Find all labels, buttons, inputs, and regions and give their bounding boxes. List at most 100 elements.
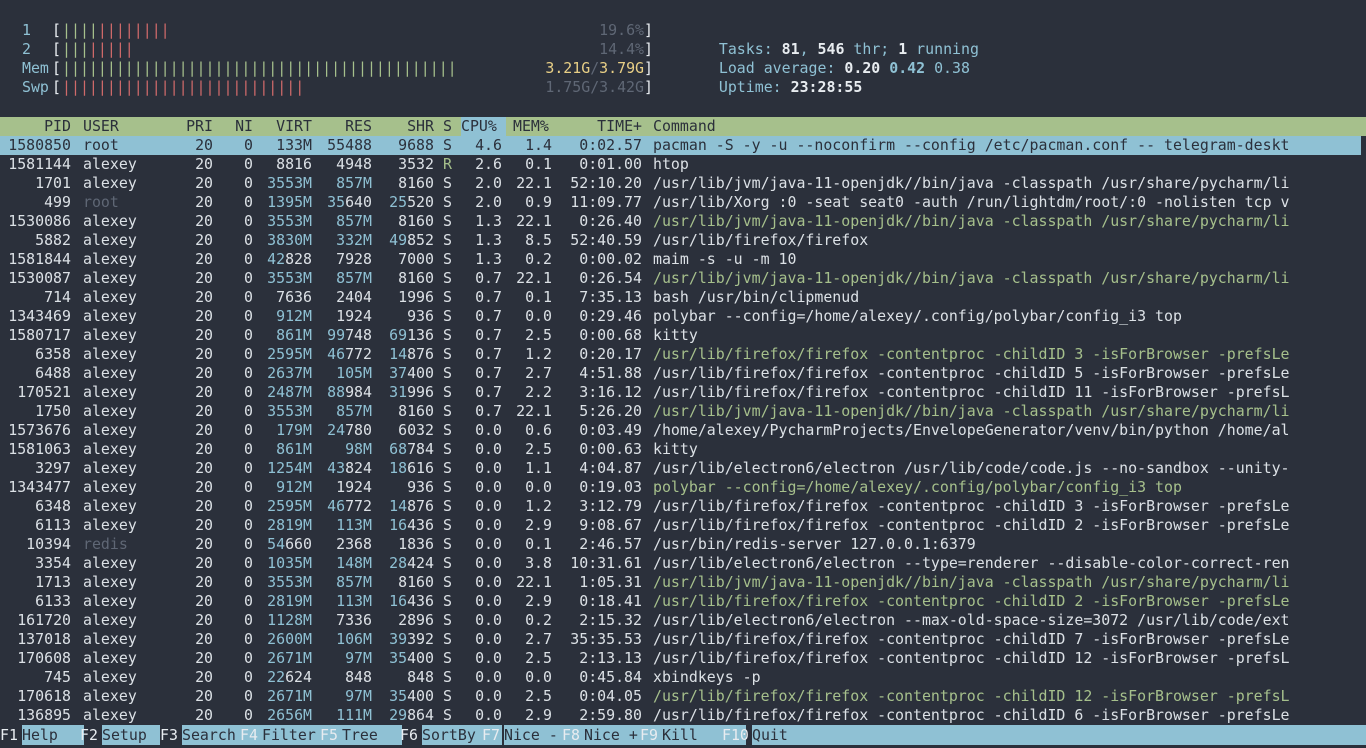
- cell-cpu: 0.0: [475, 440, 502, 458]
- cell-res: 148M: [336, 554, 372, 572]
- table-row[interactable]: 1343469 alexey 20 0 912M 1924 936 S 0.7 0.0 0:29.4…: [0, 307, 1366, 326]
- mem-usage-bar: ||||||||||||||||||||||||||||||||||||||||…: [62, 59, 457, 77]
- col-state[interactable]: S: [443, 117, 452, 136]
- cell-priority: 20: [195, 649, 213, 667]
- col-ni[interactable]: NI: [215, 117, 253, 136]
- fkey-f2-setup-button[interactable]: Setup: [102, 725, 160, 745]
- cell-user: alexey: [83, 440, 137, 458]
- table-row[interactable]: 161720 alexey 20 0 1128M 7336 2896 S 0.0 0.2 2:15.…: [0, 611, 1366, 630]
- cell-pid: 136895: [17, 706, 71, 724]
- cell-pid: 3354: [35, 554, 71, 572]
- fkey-f1-help-button[interactable]: Help: [22, 725, 84, 745]
- table-row[interactable]: 170618 alexey 20 0 2671M 97M 35400 S 0.0 2.5 0:04.…: [0, 687, 1366, 706]
- cpu2-usage-bar: ||||||||: [62, 40, 134, 58]
- table-row[interactable]: 6488 alexey 20 0 2637M 105M 37400 S 0.7 2.7 4:51.8…: [0, 364, 1366, 383]
- table-row[interactable]: 3354 alexey 20 0 1035M 148M 28424 S 0.0 3.8 10:31.…: [0, 554, 1366, 573]
- process-table-header: PID USER PRI NI VIRT RES SHR S CPU% MEM%…: [0, 117, 1366, 136]
- cell-nice: 0: [244, 288, 253, 306]
- cell-user: alexey: [83, 687, 137, 705]
- table-row[interactable]: 1713 alexey 20 0 3553M 857M 8160 S 0.0 22.1 1:05.3…: [0, 573, 1366, 592]
- table-row[interactable]: 5882 alexey 20 0 3830M 332M 49852 S 1.3 8.5 52:40.…: [0, 231, 1366, 250]
- cell-shr: 69136: [389, 326, 434, 344]
- col-pri[interactable]: PRI: [160, 117, 213, 136]
- table-row[interactable]: 499 root 20 0 1395M 35640 25520 S 2.0 0.9 11:09.77…: [0, 193, 1366, 212]
- cell-cpu: 0.0: [475, 535, 502, 553]
- col-res[interactable]: RES: [312, 117, 372, 136]
- table-row[interactable]: 6113 alexey 20 0 2819M 113M 16436 S 0.0 2.9 9:08.6…: [0, 516, 1366, 535]
- cell-state: S: [443, 269, 452, 287]
- col-user[interactable]: USER: [83, 117, 119, 136]
- cell-nice: 0: [244, 193, 253, 211]
- cell-pid: 170608: [17, 649, 71, 667]
- cell-mem: 22.1: [516, 269, 552, 287]
- table-row[interactable]: 1530087 alexey 20 0 3553M 857M 8160 S 0.7 22.1 0:2…: [0, 269, 1366, 288]
- cell-priority: 20: [195, 345, 213, 363]
- cell-time: 2:13.13: [579, 649, 642, 667]
- cell-res: 105M: [336, 364, 372, 382]
- table-row[interactable]: 1581063 alexey 20 0 861M 98M 68784 S 0.0 2.5 0:00.…: [0, 440, 1366, 459]
- cell-cpu: 1.3: [475, 250, 502, 268]
- cell-pid: 137018: [17, 630, 71, 648]
- table-row[interactable]: 714 alexey 20 0 7636 2404 1996 S 0.7 0.1 7:35.13 ba…: [0, 288, 1366, 307]
- cell-priority: 20: [195, 383, 213, 401]
- col-command[interactable]: Command: [653, 117, 716, 136]
- table-row[interactable]: 1530086 alexey 20 0 3553M 857M 8160 S 1.3 22.1 0:2…: [0, 212, 1366, 231]
- cell-res: 7928: [336, 250, 372, 268]
- table-row[interactable]: 6133 alexey 20 0 2819M 113M 16436 S 0.0 2.9 0:18.4…: [0, 592, 1366, 611]
- cell-shr: 1996: [398, 288, 434, 306]
- table-row[interactable]: 1343477 alexey 20 0 912M 1924 936 S 0.0 0.0 0:19.0…: [0, 478, 1366, 497]
- cell-pid: 745: [44, 668, 71, 686]
- cell-shr: 1836: [398, 535, 434, 553]
- table-row[interactable]: 1581844 alexey 20 0 42828 7928 7000 S 1.3 0.2 0:00…: [0, 250, 1366, 269]
- cell-nice: 0: [244, 421, 253, 439]
- cell-pid: 6488: [35, 364, 71, 382]
- cell-nice: 0: [244, 478, 253, 496]
- cell-virt: 2671M: [267, 687, 312, 705]
- table-row[interactable]: 170608 alexey 20 0 2671M 97M 35400 S 0.0 2.5 2:13.…: [0, 649, 1366, 668]
- cell-pid: 6358: [35, 345, 71, 363]
- table-row[interactable]: 1580717 alexey 20 0 861M 99748 69136 S 0.7 2.5 0:0…: [0, 326, 1366, 345]
- cell-user: alexey: [83, 611, 137, 629]
- table-row-selected[interactable]: 1580850 root 20 0 133M 55488 9688 S 4.6 1.4 0:02.5…: [0, 136, 1361, 155]
- cell-time: 0:26.54: [579, 269, 642, 287]
- fkey-f5-tree-button[interactable]: Tree: [342, 725, 402, 745]
- mem-value: 3.21G/3.79G: [545, 59, 644, 77]
- fkey-f9: F9: [640, 726, 658, 744]
- cell-time: 7:35.13: [579, 288, 642, 306]
- cell-res: 24780: [327, 421, 372, 439]
- cell-priority: 20: [195, 250, 213, 268]
- cell-cpu: 0.0: [475, 592, 502, 610]
- cell-pid: 1701: [35, 174, 71, 192]
- table-row[interactable]: 745 alexey 20 0 22624 848 848 S 0.0 0.0 0:45.84 xbi…: [0, 668, 1366, 687]
- cell-cpu: 0.7: [475, 288, 502, 306]
- col-pid[interactable]: PID: [0, 117, 71, 136]
- cell-command: pacman -S -y -u --noconfirm --config /et…: [653, 136, 1290, 154]
- table-row[interactable]: 137018 alexey 20 0 2600M 106M 39392 S 0.0 2.7 35:3…: [0, 630, 1366, 649]
- cell-time: 0:00.02: [579, 250, 642, 268]
- fkey-f10-quit-button[interactable]: Quit: [752, 725, 1366, 745]
- cell-user: root: [83, 193, 119, 211]
- col-time[interactable]: TIME+: [560, 117, 642, 136]
- cell-shr: 16436: [389, 516, 434, 534]
- table-row[interactable]: 1581144 alexey 20 0 8816 4948 3532 R 2.6 0.1 0:01.…: [0, 155, 1366, 174]
- table-row[interactable]: 1750 alexey 20 0 3553M 857M 8160 S 0.7 22.1 5:26.2…: [0, 402, 1366, 421]
- cell-pid: 499: [44, 193, 71, 211]
- cell-cpu: 0.7: [475, 364, 502, 382]
- table-row[interactable]: 10394 redis 20 0 54660 2368 1836 S 0.0 0.1 2:46.57…: [0, 535, 1366, 554]
- table-row[interactable]: 3297 alexey 20 0 1254M 43824 18616 S 0.0 1.1 4:04.…: [0, 459, 1366, 478]
- cell-command: /usr/lib/firefox/firefox -contentproc -c…: [653, 649, 1290, 667]
- cell-priority: 20: [195, 231, 213, 249]
- table-row[interactable]: 6348 alexey 20 0 2595M 46772 14876 S 0.0 1.2 3:12.…: [0, 497, 1366, 516]
- col-mem[interactable]: MEM%: [513, 117, 549, 136]
- cell-user: alexey: [83, 516, 137, 534]
- function-key-bar: F1 Help F2 Setup F3 Search F4 Filter F5 Tree F6 Sor…: [0, 725, 1366, 745]
- table-row[interactable]: 170521 alexey 20 0 2487M 88984 31996 S 0.7 2.2 3:1…: [0, 383, 1366, 402]
- table-row[interactable]: 136895 alexey 20 0 2656M 111M 29864 S 0.0 2.9 2:59…: [0, 706, 1366, 725]
- table-row[interactable]: 1573676 alexey 20 0 179M 24780 6032 S 0.0 0.6 0:03…: [0, 421, 1366, 440]
- col-shr[interactable]: SHR: [372, 117, 434, 136]
- cell-user: redis: [83, 535, 128, 553]
- table-row[interactable]: 6358 alexey 20 0 2595M 46772 14876 S 0.7 1.2 0:20.…: [0, 345, 1366, 364]
- table-row[interactable]: 1701 alexey 20 0 3553M 857M 8160 S 2.0 22.1 52:10.…: [0, 174, 1366, 193]
- col-cpu-sorted[interactable]: CPU%: [461, 117, 506, 136]
- col-virt[interactable]: VIRT: [252, 117, 312, 136]
